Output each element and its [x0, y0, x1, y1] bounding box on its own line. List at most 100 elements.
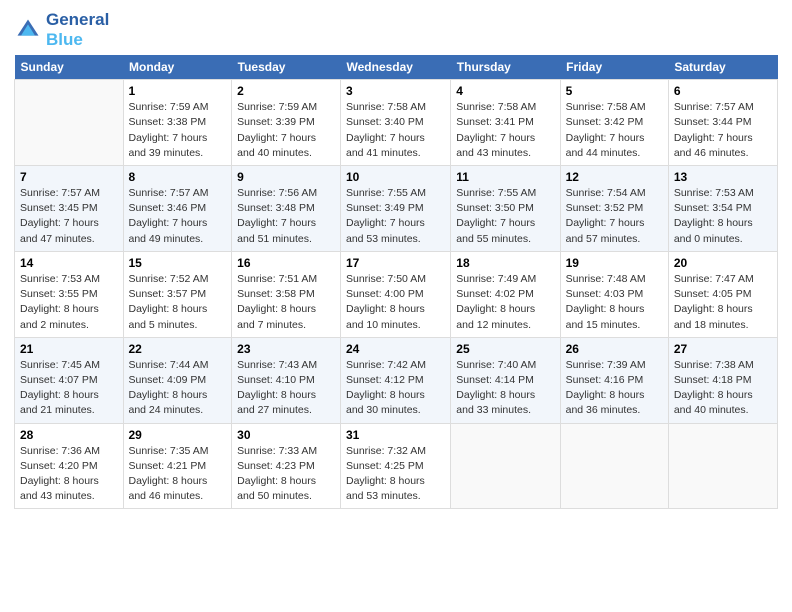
calendar-cell: 24Sunrise: 7:42 AM Sunset: 4:12 PM Dayli… — [341, 337, 451, 423]
day-number: 29 — [129, 428, 227, 442]
day-number: 8 — [129, 170, 227, 184]
calendar-body: 1 Sunrise: 7:59 AM Sunset: 3:38 PM Daylig… — [15, 80, 778, 509]
day-number: 21 — [20, 342, 118, 356]
calendar-cell: 29 Sunrise: 7:35 AM Sunset: 4:21 PM Dayli… — [123, 423, 232, 509]
day-info: Sunrise: 7:50 AM Sunset: 4:00 PM Dayligh… — [346, 272, 445, 333]
day-number: 22 — [129, 342, 227, 356]
weekday-header-row: SundayMondayTuesdayWednesdayThursdayFrid… — [15, 55, 778, 80]
calendar-cell: 10 Sunrise: 7:55 AM Sunset: 3:49 PM Dayli… — [341, 165, 451, 251]
day-number: 25 — [456, 342, 554, 356]
day-info: Sunrise: 7:43 AM Sunset: 4:10 PM Dayligh… — [237, 358, 335, 419]
day-number: 5 — [566, 84, 663, 98]
day-number: 17 — [346, 256, 445, 270]
weekday-header-monday: Monday — [123, 55, 232, 80]
day-info: Sunrise: 7:38 AM Sunset: 4:18 PM Dayligh… — [674, 358, 772, 419]
calendar-week-3: 14 Sunrise: 7:53 AM Sunset: 3:55 PM Dayli… — [15, 251, 778, 337]
day-number: 6 — [674, 84, 772, 98]
logo: General Blue — [14, 10, 109, 49]
day-info: Sunrise: 7:48 AM Sunset: 4:03 PM Dayligh… — [566, 272, 663, 333]
day-number: 2 — [237, 84, 335, 98]
calendar-cell: 14 Sunrise: 7:53 AM Sunset: 3:55 PM Dayli… — [15, 251, 124, 337]
day-number: 4 — [456, 84, 554, 98]
day-info: Sunrise: 7:59 AM Sunset: 3:38 PM Dayligh… — [129, 100, 227, 161]
calendar-cell: 2Sunrise: 7:59 AM Sunset: 3:39 PM Daylig… — [232, 80, 341, 166]
calendar-cell: 16Sunrise: 7:51 AM Sunset: 3:58 PM Dayli… — [232, 251, 341, 337]
day-info: Sunrise: 7:45 AM Sunset: 4:07 PM Dayligh… — [20, 358, 118, 419]
calendar-cell: 8Sunrise: 7:57 AM Sunset: 3:46 PM Daylig… — [123, 165, 232, 251]
day-info: Sunrise: 7:54 AM Sunset: 3:52 PM Dayligh… — [566, 186, 663, 247]
calendar-cell: 25 Sunrise: 7:40 AM Sunset: 4:14 PM Dayli… — [451, 337, 560, 423]
day-number: 24 — [346, 342, 445, 356]
day-info: Sunrise: 7:33 AM Sunset: 4:23 PM Dayligh… — [237, 444, 335, 505]
day-number: 7 — [20, 170, 118, 184]
day-number: 11 — [456, 170, 554, 184]
day-info: Sunrise: 7:52 AM Sunset: 3:57 PM Dayligh… — [129, 272, 227, 333]
day-info: Sunrise: 7:49 AM Sunset: 4:02 PM Dayligh… — [456, 272, 554, 333]
calendar-cell — [451, 423, 560, 509]
weekday-header-tuesday: Tuesday — [232, 55, 341, 80]
calendar-cell: 28Sunrise: 7:36 AM Sunset: 4:20 PM Dayli… — [15, 423, 124, 509]
day-number: 13 — [674, 170, 772, 184]
day-number: 31 — [346, 428, 445, 442]
calendar-cell: 3 Sunrise: 7:58 AM Sunset: 3:40 PM Daylig… — [341, 80, 451, 166]
calendar-cell: 30Sunrise: 7:33 AM Sunset: 4:23 PM Dayli… — [232, 423, 341, 509]
day-info: Sunrise: 7:53 AM Sunset: 3:55 PM Dayligh… — [20, 272, 118, 333]
calendar-cell: 18Sunrise: 7:49 AM Sunset: 4:02 PM Dayli… — [451, 251, 560, 337]
calendar-cell: 17 Sunrise: 7:50 AM Sunset: 4:00 PM Dayli… — [341, 251, 451, 337]
day-number: 27 — [674, 342, 772, 356]
day-info: Sunrise: 7:57 AM Sunset: 3:45 PM Dayligh… — [20, 186, 118, 247]
calendar-cell: 6 Sunrise: 7:57 AM Sunset: 3:44 PM Daylig… — [668, 80, 777, 166]
day-number: 26 — [566, 342, 663, 356]
calendar-cell — [560, 423, 668, 509]
calendar-cell: 5 Sunrise: 7:58 AM Sunset: 3:42 PM Daylig… — [560, 80, 668, 166]
calendar-cell: 19 Sunrise: 7:48 AM Sunset: 4:03 PM Dayli… — [560, 251, 668, 337]
day-info: Sunrise: 7:40 AM Sunset: 4:14 PM Dayligh… — [456, 358, 554, 419]
day-info: Sunrise: 7:53 AM Sunset: 3:54 PM Dayligh… — [674, 186, 772, 247]
day-info: Sunrise: 7:58 AM Sunset: 3:41 PM Dayligh… — [456, 100, 554, 161]
day-number: 3 — [346, 84, 445, 98]
day-number: 28 — [20, 428, 118, 442]
calendar-week-5: 28Sunrise: 7:36 AM Sunset: 4:20 PM Dayli… — [15, 423, 778, 509]
calendar-cell: 22 Sunrise: 7:44 AM Sunset: 4:09 PM Dayli… — [123, 337, 232, 423]
day-number: 15 — [129, 256, 227, 270]
day-number: 20 — [674, 256, 772, 270]
day-info: Sunrise: 7:55 AM Sunset: 3:49 PM Dayligh… — [346, 186, 445, 247]
day-number: 19 — [566, 256, 663, 270]
day-info: Sunrise: 7:58 AM Sunset: 3:40 PM Dayligh… — [346, 100, 445, 161]
calendar-cell: 15 Sunrise: 7:52 AM Sunset: 3:57 PM Dayli… — [123, 251, 232, 337]
day-number: 10 — [346, 170, 445, 184]
day-number: 14 — [20, 256, 118, 270]
weekday-header-sunday: Sunday — [15, 55, 124, 80]
day-info: Sunrise: 7:44 AM Sunset: 4:09 PM Dayligh… — [129, 358, 227, 419]
calendar-cell: 20 Sunrise: 7:47 AM Sunset: 4:05 PM Dayli… — [668, 251, 777, 337]
weekday-header-wednesday: Wednesday — [341, 55, 451, 80]
weekday-header-friday: Friday — [560, 55, 668, 80]
day-info: Sunrise: 7:58 AM Sunset: 3:42 PM Dayligh… — [566, 100, 663, 161]
day-info: Sunrise: 7:35 AM Sunset: 4:21 PM Dayligh… — [129, 444, 227, 505]
day-number: 23 — [237, 342, 335, 356]
calendar-cell: 1 Sunrise: 7:59 AM Sunset: 3:38 PM Daylig… — [123, 80, 232, 166]
day-info: Sunrise: 7:57 AM Sunset: 3:44 PM Dayligh… — [674, 100, 772, 161]
calendar-cell — [15, 80, 124, 166]
calendar-header: SundayMondayTuesdayWednesdayThursdayFrid… — [15, 55, 778, 80]
weekday-header-thursday: Thursday — [451, 55, 560, 80]
logo-text: General Blue — [46, 10, 109, 49]
calendar-cell: 26 Sunrise: 7:39 AM Sunset: 4:16 PM Dayli… — [560, 337, 668, 423]
calendar-cell: 31 Sunrise: 7:32 AM Sunset: 4:25 PM Dayli… — [341, 423, 451, 509]
calendar-table: SundayMondayTuesdayWednesdayThursdayFrid… — [14, 55, 778, 509]
weekday-header-saturday: Saturday — [668, 55, 777, 80]
calendar-week-4: 21 Sunrise: 7:45 AM Sunset: 4:07 PM Dayli… — [15, 337, 778, 423]
day-info: Sunrise: 7:39 AM Sunset: 4:16 PM Dayligh… — [566, 358, 663, 419]
day-info: Sunrise: 7:32 AM Sunset: 4:25 PM Dayligh… — [346, 444, 445, 505]
calendar-cell: 12Sunrise: 7:54 AM Sunset: 3:52 PM Dayli… — [560, 165, 668, 251]
day-number: 1 — [129, 84, 227, 98]
calendar-cell: 7 Sunrise: 7:57 AM Sunset: 3:45 PM Daylig… — [15, 165, 124, 251]
page-container: General Blue SundayMondayTuesdayWednesda… — [0, 0, 792, 519]
day-info: Sunrise: 7:47 AM Sunset: 4:05 PM Dayligh… — [674, 272, 772, 333]
calendar-week-1: 1 Sunrise: 7:59 AM Sunset: 3:38 PM Daylig… — [15, 80, 778, 166]
day-info: Sunrise: 7:55 AM Sunset: 3:50 PM Dayligh… — [456, 186, 554, 247]
calendar-cell: 23 Sunrise: 7:43 AM Sunset: 4:10 PM Dayli… — [232, 337, 341, 423]
calendar-week-2: 7 Sunrise: 7:57 AM Sunset: 3:45 PM Daylig… — [15, 165, 778, 251]
day-info: Sunrise: 7:56 AM Sunset: 3:48 PM Dayligh… — [237, 186, 335, 247]
day-number: 9 — [237, 170, 335, 184]
